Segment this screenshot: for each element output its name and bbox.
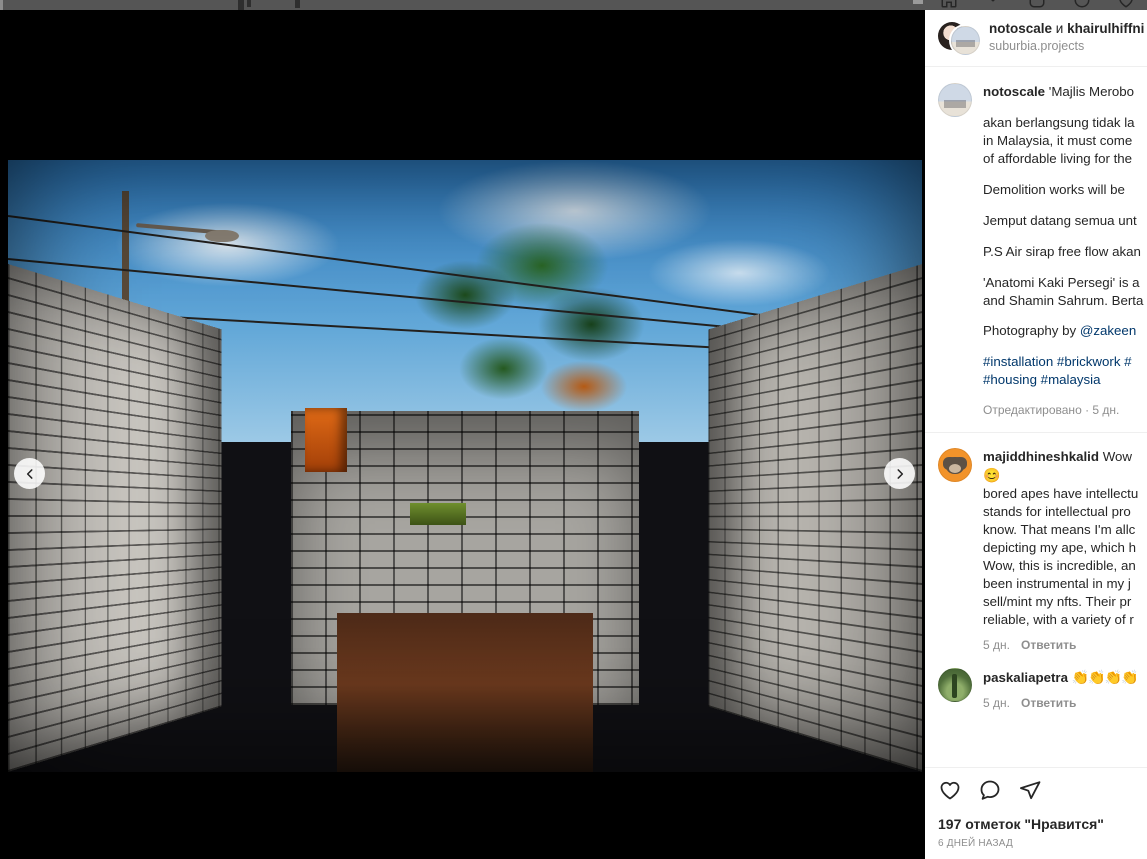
comment-text: stands for intellectual pro [983,504,1131,520]
caption-hashtags: #installation #brickwork # #housing #mal… [983,353,1143,389]
comment-body: paskaliapetra 👏👏👏👏 5 дн. Ответить [983,668,1139,711]
comment-text: Wow [1102,449,1133,465]
comment-timestamp: 5 дн. [983,695,1010,710]
avatar-notoscale[interactable] [951,26,980,55]
activity-heart-icon[interactable] [1116,0,1136,9]
likes-count[interactable]: 197 отметок "Нравится" [938,816,1147,832]
explore-icon[interactable] [1072,0,1092,9]
caption-body: notoscale 'Majlis Merobo akan berlangsun… [983,83,1143,418]
caption-paragraph: Jemput datang semua unt [983,212,1143,230]
list-item: majiddhineshkalid Wow 😊 bored apes have i… [925,433,1147,653]
hashtag-link[interactable]: #installation #brickwork # [983,354,1132,369]
post-header-text: notoscale и khairulhiffni suburbia.proje… [989,21,1144,55]
caption-text: and Shamin Sahrum. Berta [983,292,1144,308]
post-author-conjunction: и [1052,21,1068,37]
comment-meta: 5 дн. Ответить [983,637,1147,653]
comment-username[interactable]: majiddhineshkalid [983,449,1099,464]
caption-block: notoscale 'Majlis Merobo akan berlangsun… [925,68,1147,418]
caption-paragraph: Photography by @zakeen [983,322,1143,340]
hashtag-link[interactable]: #housing #malaysia [983,372,1101,387]
new-post-icon[interactable] [1027,0,1047,9]
media-pane [0,10,925,859]
smiley-emoji: 😊 [983,467,1000,484]
post-header[interactable]: notoscale и khairulhiffni suburbia.proje… [925,10,1147,67]
comment-username[interactable]: paskaliapetra [983,670,1068,685]
comment-line: paskaliapetra 👏👏👏👏 [983,668,1139,687]
share-paper-plane-icon[interactable] [1018,778,1042,802]
caption-text: 'Majlis Merobo [1048,84,1135,99]
chrome-left-edge [0,0,3,10]
avatar-bored-ape[interactable] [938,448,972,483]
carousel-next-button[interactable] [884,458,915,489]
caption-edited-timestamp: Отредактировано · 5 дн. [983,403,1120,418]
post-action-bar: 197 отметок "Нравится" 6 ДНЕЙ НАЗАД [925,767,1147,859]
comment-meta: 5 дн. Ответить [983,695,1137,711]
caption-paragraph: 'Anatomi Kaki Persegi' is a and Shamin S… [983,274,1143,310]
comment-body: majiddhineshkalid Wow 😊 bored apes have i… [983,448,1147,653]
carousel-prev-button[interactable] [14,458,45,489]
avatar-stack[interactable] [938,20,980,56]
list-item: paskaliapetra 👏👏👏👏 5 дн. Ответить [925,653,1147,711]
post-header-usernames: notoscale и khairulhiffni [989,21,1144,38]
post-sidebar: notoscale и khairulhiffni suburbia.proje… [925,0,1147,859]
post-author-primary[interactable]: notoscale [989,21,1052,36]
caption-username[interactable]: notoscale [983,84,1045,99]
caption-paragraph: P.S Air sirap free flow akan [983,243,1143,261]
instagram-post-screen: notoscale и khairulhiffni suburbia.proje… [0,0,1147,859]
chevron-right-icon [893,467,907,481]
comment-timestamp: 5 дн. [983,637,1010,652]
instagram-top-nav [925,0,1147,10]
chevron-left-icon [23,467,37,481]
photo-vignette [8,160,922,772]
comment-text: been instrumental in my j [983,576,1131,591]
caption-line: notoscale 'Majlis Merobo [983,83,1143,101]
comment-bubble-icon[interactable] [978,778,1002,802]
chrome-right-edge [913,0,923,4]
chrome-mark [295,0,300,8]
caption-text: in Malaysia, it must come [983,132,1133,148]
caption-text: Jemput datang semua unt [983,212,1137,228]
comment-text: sell/mint my nfts. Their pr [983,593,1132,609]
comment-text: know. That means I'm allc [983,522,1136,538]
caption-text: P.S Air sirap free flow akan [983,243,1141,259]
caption-text: 'Anatomi Kaki Persegi' is a [983,274,1140,290]
reply-button[interactable]: Ответить [1021,695,1076,711]
avatar-leaf[interactable] [938,668,972,702]
caption-paragraph: akan berlangsung tidak la in Malaysia, i… [983,114,1143,168]
caption-paragraph: Demolition works will be [983,181,1143,199]
comment-text: reliable, with a variety of r [983,611,1134,627]
post-photo[interactable] [8,160,922,772]
messenger-icon[interactable] [983,0,1003,9]
comment-text: bored apes have intellectu [983,486,1139,502]
reply-button[interactable]: Ответить [1021,637,1076,653]
comments-scroll-area[interactable]: notoscale 'Majlis Merobo akan berlangsun… [925,68,1147,767]
post-location[interactable]: suburbia.projects [989,39,1144,55]
post-timestamp: 6 ДНЕЙ НАЗАД [938,838,1013,849]
chrome-mark [238,0,244,10]
window-chrome-strip [0,0,925,10]
action-icon-row [938,778,1147,802]
post-author-secondary[interactable]: khairulhiffni [1067,21,1144,36]
chrome-mark [247,0,251,7]
clapping-hands-emoji: 👏👏👏👏 [1071,669,1139,685]
comment-text: Wow, this is incredible, an [983,558,1136,574]
heart-icon[interactable] [938,778,962,802]
caption-mention-link[interactable]: @zakeen [1080,323,1136,338]
caption-text: Demolition works will be [983,181,1125,197]
comment-text: depicting my ape, which h [983,540,1136,556]
caption-text: Photography by [983,323,1080,339]
caption-text: of affordable living for the [983,150,1133,166]
avatar-notoscale[interactable] [938,83,972,117]
caption-text: akan berlangsung tidak la [983,114,1135,130]
comment-line: majiddhineshkalid Wow 😊 [983,448,1147,485]
home-icon[interactable] [939,0,959,9]
